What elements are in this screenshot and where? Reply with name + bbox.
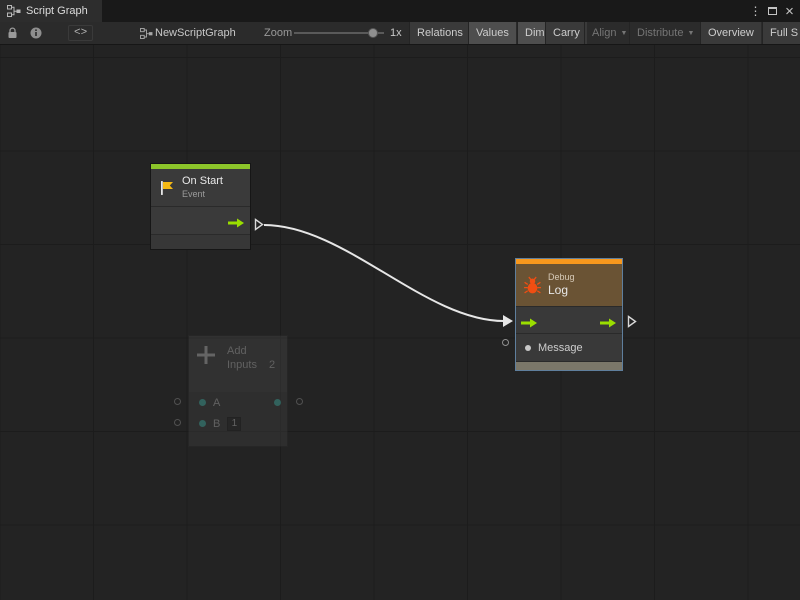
flag-icon	[158, 179, 176, 197]
graph-file-icon-glyph	[140, 28, 153, 39]
info-icon[interactable]	[28, 22, 44, 44]
ghost-title-top: Add	[227, 344, 275, 358]
ghost-title-bottom: Inputs	[227, 358, 257, 372]
lock-icon[interactable]	[4, 22, 20, 44]
ghost-outer-circle-b	[174, 419, 181, 426]
ghost-output-dot	[274, 399, 281, 406]
message-port-label: Message	[538, 342, 583, 354]
debug-flow-port-row	[516, 306, 622, 333]
debug-log-category: Debug	[548, 272, 575, 283]
graph-file-icon	[138, 22, 154, 44]
on-start-header: On Start Event	[151, 169, 250, 206]
on-start-subtitle: Event	[182, 189, 223, 200]
distribute-caret-icon: ▼	[687, 30, 694, 37]
ghost-port-row-a: A	[189, 392, 287, 413]
graph-icon	[7, 5, 21, 17]
debug-message-port-row: Message	[516, 333, 622, 361]
title-bar: Script Graph ⋮ ×	[0, 0, 800, 22]
maximize-icon[interactable]	[764, 0, 781, 22]
flow-arrow-icon	[600, 318, 617, 328]
carry-button[interactable]: Carry	[545, 22, 587, 44]
close-icon[interactable]: ×	[781, 0, 798, 22]
on-start-outer-port-icon[interactable]	[254, 218, 264, 231]
on-start-output-port[interactable]	[228, 215, 245, 233]
lock-icon-glyph	[7, 27, 18, 39]
graph-toolbar: <> NewScriptGraph Zoom 1x Relations Valu…	[0, 22, 800, 45]
script-graph-window: Script Graph ⋮ × <>	[0, 0, 800, 600]
plus-icon	[195, 344, 217, 366]
distribute-label: Distribute	[637, 27, 683, 39]
port-a-label: A	[213, 397, 220, 409]
debug-input-port[interactable]	[521, 315, 538, 333]
relations-button[interactable]: Relations	[409, 22, 470, 44]
maximize-box	[768, 7, 777, 15]
ghost-input-count: 2	[269, 358, 275, 372]
distribute-dropdown[interactable]: Distribute ▼	[629, 22, 701, 44]
graph-name[interactable]: NewScriptGraph	[155, 22, 236, 44]
values-button[interactable]: Values	[468, 22, 516, 44]
ghost-outer-circle-out	[296, 398, 303, 405]
zoom-slider-knob[interactable]	[368, 28, 378, 38]
debug-log-title: Log	[548, 283, 575, 298]
port-b-value-field: 1	[227, 417, 241, 431]
align-dropdown[interactable]: Align ▼	[584, 22, 634, 44]
flow-arrow-icon	[521, 318, 538, 328]
align-caret-icon: ▼	[620, 30, 627, 37]
graph-canvas[interactable]: On Start Event	[0, 45, 800, 600]
window-controls: ⋮ ×	[747, 0, 798, 22]
ghost-header: Add Inputs 2	[189, 336, 287, 392]
on-start-footer	[151, 234, 250, 249]
message-outer-port-icon[interactable]	[502, 339, 509, 346]
zoom-label: Zoom	[264, 22, 292, 44]
align-label: Align	[592, 27, 616, 39]
debug-log-footer	[516, 361, 622, 370]
on-start-port-row	[151, 206, 250, 234]
overview-button[interactable]: Overview	[700, 22, 761, 44]
message-port-dot[interactable]	[525, 345, 531, 351]
ghost-outer-circle-a	[174, 398, 181, 405]
debug-outer-port-icon[interactable]	[627, 315, 637, 328]
info-icon-glyph	[30, 27, 42, 39]
code-icon[interactable]: <>	[68, 25, 93, 41]
zoom-value: 1x	[390, 22, 402, 44]
flow-arrow-icon	[228, 218, 245, 228]
node-debug-log[interactable]: Debug Log Message	[515, 258, 623, 371]
on-start-title: On Start	[182, 175, 223, 189]
fullscreen-button[interactable]: Full S	[762, 22, 800, 44]
menu-icon[interactable]: ⋮	[747, 0, 764, 22]
debug-log-header: Debug Log	[516, 264, 622, 306]
tab-script-graph[interactable]: Script Graph	[0, 0, 102, 22]
tab-title: Script Graph	[26, 5, 88, 17]
port-b-dot	[199, 420, 206, 427]
debug-output-port[interactable]	[600, 315, 617, 333]
node-on-start[interactable]: On Start Event	[150, 163, 251, 250]
ghost-port-row-b: B 1	[189, 413, 287, 434]
connection-wire[interactable]	[0, 45, 800, 600]
bug-icon	[523, 276, 542, 295]
port-b-label: B	[213, 418, 220, 430]
zoom-slider[interactable]	[294, 22, 384, 44]
port-a-dot	[199, 399, 206, 406]
node-add-inputs-ghost: Add Inputs 2 A B 1	[188, 335, 288, 447]
